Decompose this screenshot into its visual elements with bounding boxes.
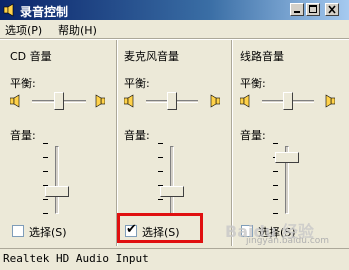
minimize-button[interactable]	[290, 3, 304, 16]
cd-select-checkbox[interactable]	[12, 225, 24, 237]
menu-divider	[0, 38, 349, 40]
line-volume-slider[interactable]	[275, 152, 299, 163]
cd-volume-slider[interactable]	[45, 186, 69, 197]
maximize-button[interactable]	[306, 3, 320, 16]
mic-channel-title: 麦克风音量	[124, 50, 179, 63]
recording-control-window: 录音控制 选项(P) 帮助(H) CD 音量 平衡: 音量: 选择(S) 麦克风…	[0, 0, 349, 270]
speaker-left-icon	[124, 94, 134, 108]
line-channel-title: 线路音量	[240, 50, 284, 63]
mic-volume-track	[170, 146, 174, 214]
speaker-right-icon	[95, 94, 105, 108]
cd-select-label[interactable]: 选择(S)	[29, 224, 67, 240]
mic-volume-label: 音量:	[124, 129, 150, 142]
line-balance-slider[interactable]	[283, 92, 293, 110]
speaker-left-icon	[10, 94, 20, 108]
highlight-box	[117, 213, 203, 243]
mic-balance-label: 平衡:	[124, 77, 150, 90]
cd-channel-title: CD 音量	[10, 50, 52, 63]
window-title: 录音控制	[20, 5, 69, 19]
speaker-right-icon	[325, 94, 335, 108]
speaker-left-icon	[240, 94, 250, 108]
cd-balance-slider[interactable]	[54, 92, 64, 110]
close-icon	[328, 5, 336, 14]
menu-bar: 选项(P) 帮助(H)	[0, 20, 349, 38]
status-bar: Realtek HD Audio Input	[0, 248, 349, 270]
menu-help[interactable]: 帮助(H)	[58, 22, 97, 38]
mic-volume-ticks	[158, 143, 163, 214]
close-button[interactable]	[325, 3, 339, 16]
cd-volume-track	[55, 146, 59, 214]
cd-balance-label: 平衡:	[10, 77, 36, 90]
speaker-right-icon	[210, 94, 220, 108]
cd-volume-label: 音量:	[10, 129, 36, 142]
cd-volume-ticks	[43, 143, 48, 214]
menu-options[interactable]: 选项(P)	[5, 22, 42, 38]
maximize-icon	[309, 5, 317, 13]
speaker-app-icon	[3, 3, 14, 17]
mic-balance-slider[interactable]	[167, 92, 177, 110]
watermark-url: jingyan.baidu.com	[246, 236, 330, 246]
title-bar[interactable]: 录音控制	[0, 0, 349, 20]
line-volume-label: 音量:	[240, 129, 266, 142]
status-text: Realtek HD Audio Input	[3, 252, 149, 265]
column-divider	[231, 40, 233, 246]
minimize-icon	[294, 11, 300, 13]
line-balance-label: 平衡:	[240, 77, 266, 90]
mic-volume-slider[interactable]	[160, 186, 184, 197]
